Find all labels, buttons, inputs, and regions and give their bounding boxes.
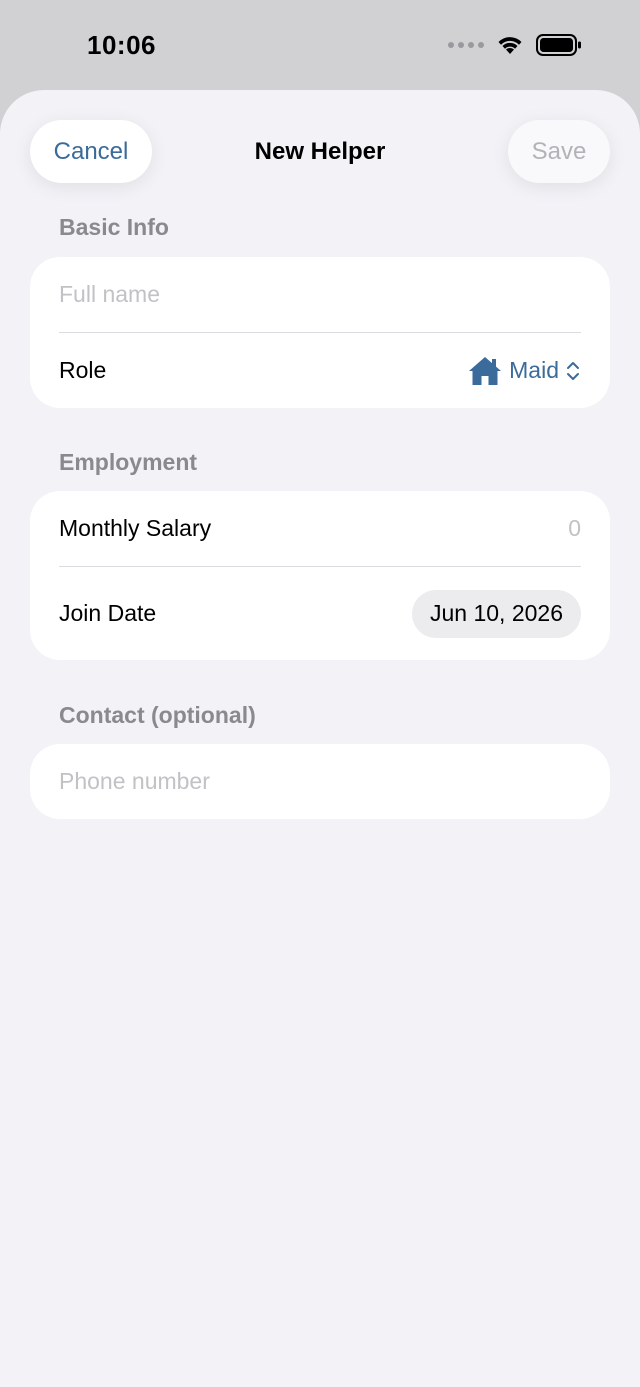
status-time: 10:06 <box>87 30 156 60</box>
house-icon <box>469 356 502 385</box>
monthly-salary-row: Monthly Salary 0 <box>30 491 610 566</box>
new-helper-sheet: Cancel New Helper Save Basic Info Full n… <box>0 90 640 1387</box>
basic-info-card: Full name Role Maid <box>30 257 610 408</box>
join-date-label: Join Date <box>59 600 157 626</box>
role-value: Maid <box>509 357 559 383</box>
role-picker[interactable]: Maid <box>467 355 581 387</box>
section-header-contact: Contact (optional) <box>59 702 256 728</box>
phone-number-input[interactable]: Phone number <box>59 768 210 795</box>
employment-card: Monthly Salary 0 Join Date Jun 10, 2026 <box>30 491 610 660</box>
status-bar: 10:06 <box>0 0 640 92</box>
full-name-input[interactable]: Full name <box>59 281 160 308</box>
section-header-employment: Employment <box>59 449 198 475</box>
full-name-row: Full name <box>30 257 610 332</box>
save-button[interactable]: Save <box>508 120 610 183</box>
wifi-icon <box>498 37 522 54</box>
section-header-basic-info: Basic Info <box>59 214 169 240</box>
cellular-signal-icon <box>448 42 484 48</box>
role-row: Role Maid <box>30 333 610 408</box>
chevron-up-down-icon <box>567 361 579 380</box>
status-icons <box>448 34 582 56</box>
monthly-salary-label: Monthly Salary <box>59 515 212 541</box>
phone-row: Phone number <box>30 744 610 819</box>
join-date-row: Join Date Jun 10, 2026 <box>30 567 610 660</box>
battery-icon <box>536 34 581 56</box>
join-date-picker[interactable]: Jun 10, 2026 <box>411 589 581 638</box>
monthly-salary-input[interactable]: 0 <box>568 515 581 542</box>
role-label: Role <box>59 357 107 383</box>
contact-card: Phone number <box>30 744 610 819</box>
